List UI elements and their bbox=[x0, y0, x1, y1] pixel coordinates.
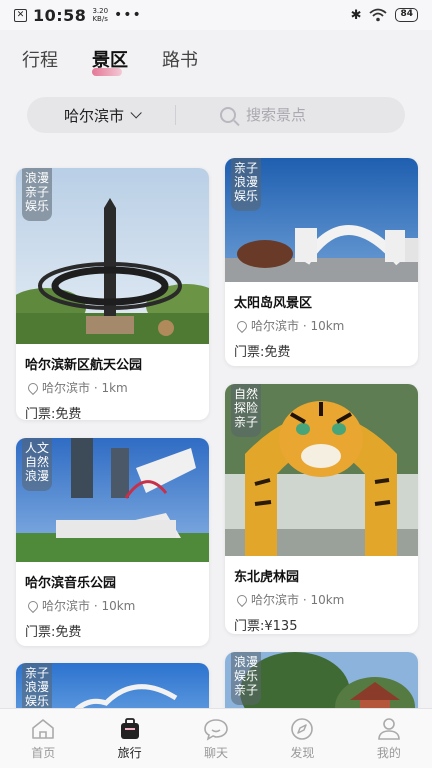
status-left: ✕ 10:58 3.20 KB/s ••• bbox=[14, 6, 142, 25]
nav-travel[interactable]: 旅行 bbox=[86, 709, 172, 768]
compass-icon bbox=[291, 717, 314, 740]
network-speed-unit: KB/s bbox=[92, 15, 108, 23]
bottom-nav: 首页 旅行 聊天 发现 我的 bbox=[0, 708, 432, 768]
card-tags: 自然 探险 亲子 bbox=[231, 384, 261, 437]
top-tab-bar: 行程 景区 路书 bbox=[22, 36, 198, 76]
card-tags: 浪漫 亲子 娱乐 bbox=[22, 168, 52, 221]
search-bar: 哈尔滨市 bbox=[27, 97, 405, 133]
scenic-card[interactable]: 自然 探险 亲子 东北虎林园 哈尔滨市 · 10km 门票:¥135 bbox=[225, 384, 418, 634]
location-pin-icon bbox=[234, 592, 250, 607]
clock: 10:58 bbox=[33, 5, 87, 25]
card-location-text: 哈尔滨市 · 10km bbox=[251, 319, 345, 333]
nav-home[interactable]: 首页 bbox=[0, 709, 86, 768]
scenic-card[interactable]: 浪漫 亲子 娱乐 哈尔滨新区航天公园 哈尔滨市 · 1km 门票:免费 bbox=[16, 168, 209, 420]
card-ticket: 门票:免费 bbox=[25, 625, 82, 640]
card-body: 哈尔滨音乐公园 哈尔滨市 · 10km 门票:免费 bbox=[16, 562, 209, 640]
card-location-text: 哈尔滨市 · 1km bbox=[42, 381, 128, 395]
home-icon bbox=[32, 718, 55, 739]
scenic-card[interactable]: 亲子 浪漫 娱乐 太阳岛风景区 哈尔滨市 · 10km 门票:免费 bbox=[225, 158, 418, 366]
nav-discover[interactable]: 发现 bbox=[259, 709, 345, 768]
nav-profile-label: 我的 bbox=[376, 745, 401, 760]
card-title: 哈尔滨音乐公园 bbox=[25, 576, 117, 591]
tab-road-book-label: 路书 bbox=[162, 50, 198, 71]
card-tags: 人文 自然 浪漫 bbox=[22, 438, 52, 491]
search-icon bbox=[220, 107, 236, 123]
search-field[interactable] bbox=[176, 97, 405, 133]
chevron-down-icon bbox=[130, 107, 142, 119]
chat-icon bbox=[204, 718, 228, 741]
card-body: 哈尔滨新区航天公园 哈尔滨市 · 1km 门票:免费 bbox=[16, 344, 209, 420]
status-bar: ✕ 10:58 3.20 KB/s ••• ✱ 84 bbox=[0, 0, 432, 30]
card-location: 哈尔滨市 · 10km bbox=[234, 591, 409, 608]
nav-discover-label: 发现 bbox=[290, 745, 315, 760]
location-pin-icon bbox=[234, 318, 250, 333]
card-title: 太阳岛风景区 bbox=[234, 296, 313, 311]
nav-home-label: 首页 bbox=[31, 745, 56, 760]
location-pin-icon bbox=[25, 380, 41, 395]
tab-itinerary-label: 行程 bbox=[22, 50, 58, 71]
card-location-text: 哈尔滨市 · 10km bbox=[251, 593, 345, 607]
card-body: 东北虎林园 哈尔滨市 · 10km 门票:¥135 bbox=[225, 556, 418, 634]
nav-chat[interactable]: 聊天 bbox=[173, 709, 259, 768]
bluetooth-icon: ✱ bbox=[350, 7, 362, 23]
scenic-photo: 浪漫 亲子 娱乐 bbox=[16, 168, 209, 344]
nav-profile[interactable]: 我的 bbox=[346, 709, 432, 768]
scenic-photo: 自然 探险 亲子 bbox=[225, 384, 418, 556]
card-ticket: 门票:免费 bbox=[234, 345, 291, 360]
card-ticket: 门票:免费 bbox=[25, 407, 82, 420]
card-tags: 亲子 浪漫 娱乐 bbox=[231, 158, 261, 211]
wifi-icon bbox=[369, 8, 388, 22]
status-right: ✱ 84 bbox=[351, 8, 418, 23]
city-dropdown[interactable]: 哈尔滨市 bbox=[27, 97, 175, 133]
tab-scenic-spots[interactable]: 景区 bbox=[92, 46, 128, 76]
suitcase-icon bbox=[120, 717, 139, 739]
scenic-card[interactable]: 人文 自然 浪漫 哈尔滨音乐公园 哈尔滨市 · 10km 门票:免费 bbox=[16, 438, 209, 646]
battery-indicator: 84 bbox=[395, 8, 418, 22]
scenic-photo: 人文 自然 浪漫 bbox=[16, 438, 209, 562]
card-title: 东北虎林园 bbox=[234, 570, 300, 585]
tab-road-book[interactable]: 路书 bbox=[162, 46, 198, 72]
tab-scenic-spots-label: 景区 bbox=[92, 50, 128, 71]
card-location: 哈尔滨市 · 1km bbox=[25, 379, 200, 396]
card-tags: 浪漫 娱乐 亲子 bbox=[231, 652, 261, 705]
network-speed: 3.20 KB/s bbox=[92, 7, 108, 23]
more-notifications-icon: ••• bbox=[114, 7, 142, 23]
card-location: 哈尔滨市 · 10km bbox=[25, 597, 200, 614]
scenic-photo: 亲子 浪漫 娱乐 bbox=[225, 158, 418, 282]
card-title: 哈尔滨新区航天公园 bbox=[25, 358, 143, 373]
tab-itinerary[interactable]: 行程 bbox=[22, 46, 58, 72]
search-input[interactable] bbox=[246, 106, 386, 124]
network-speed-value: 3.20 bbox=[92, 7, 109, 15]
nav-travel-label: 旅行 bbox=[117, 745, 142, 760]
card-location: 哈尔滨市 · 10km bbox=[234, 317, 409, 334]
card-ticket: 门票:¥135 bbox=[234, 619, 298, 634]
user-icon bbox=[378, 717, 400, 740]
location-pin-icon bbox=[25, 598, 41, 613]
notification-icon: ✕ bbox=[14, 8, 27, 22]
city-dropdown-label: 哈尔滨市 bbox=[63, 106, 124, 125]
nav-chat-label: 聊天 bbox=[204, 745, 229, 760]
card-location-text: 哈尔滨市 · 10km bbox=[42, 599, 136, 613]
card-body: 太阳岛风景区 哈尔滨市 · 10km 门票:免费 bbox=[225, 282, 418, 360]
